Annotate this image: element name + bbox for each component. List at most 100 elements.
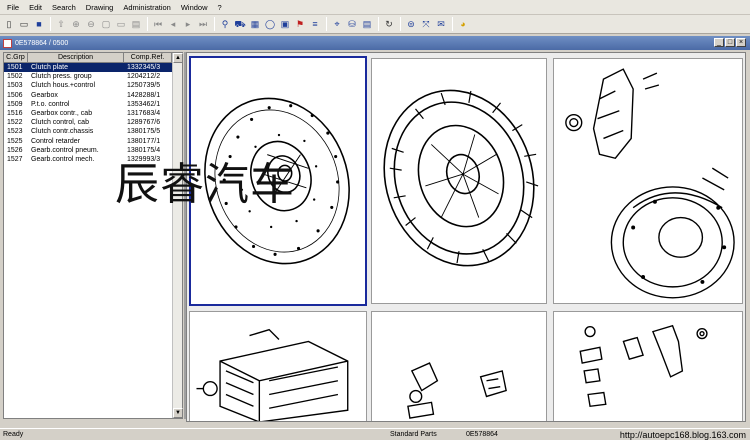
color-icon[interactable]: ◕ <box>456 17 470 31</box>
column-header-cgrp[interactable]: C.Grp <box>4 53 28 62</box>
table-row[interactable]: 1523 Clutch contr.chassis 1380175/5 <box>4 127 182 136</box>
zoom-in-icon[interactable]: ⊕ <box>69 17 83 31</box>
table-row[interactable]: 1526 Gearb.control pneum. 1380175/4 <box>4 146 182 155</box>
document-icon <box>3 38 12 48</box>
cell-description: Gearb.control pneum. <box>31 146 99 154</box>
cell-cgrp: 1527 <box>7 155 23 163</box>
fit-page-icon[interactable]: ▢ <box>99 17 113 31</box>
cell-cgrp: 1501 <box>7 64 23 71</box>
open-icon[interactable]: ▭ <box>17 17 31 31</box>
table-row[interactable]: 1527 Gearb.control mech. 1329993/3 <box>4 155 182 164</box>
mail-icon[interactable]: ✉ <box>434 17 448 31</box>
table-row[interactable]: 1501 Clutch plate 1332345/3 <box>4 63 182 73</box>
drawing-clutch-pressure-group[interactable] <box>371 58 547 304</box>
cell-description: Clutch contr.chassis <box>31 128 94 136</box>
image-icon[interactable]: ▣ <box>278 17 292 31</box>
cell-cgrp: 1526 <box>7 146 23 154</box>
print-icon[interactable]: ▤ <box>129 17 143 31</box>
minimize-button[interactable]: _ <box>714 38 724 47</box>
clutch-housing-drawing <box>565 68 735 299</box>
menu-file[interactable]: File <box>2 0 24 15</box>
component-group-table: C.Grp Description Comp.Ref. 1501 Clutch p… <box>3 52 183 419</box>
gearbox-control-drawing <box>579 324 708 408</box>
column-header-description[interactable]: Description <box>28 53 124 62</box>
cell-description: Clutch plate <box>31 64 68 71</box>
vertical-scrollbar[interactable]: ▲ ▼ <box>172 53 183 418</box>
menu-drawing[interactable]: Drawing <box>81 0 119 15</box>
menu-search[interactable]: Search <box>47 0 81 15</box>
next-page-icon[interactable]: ▸ <box>181 17 195 31</box>
cell-compref: 1289767/6 <box>127 119 161 127</box>
clutch-plate-drawing <box>204 97 350 265</box>
table-row[interactable]: 1509 P.t.o. control 1353462/1 <box>4 100 182 109</box>
toolbar-separator <box>378 17 379 31</box>
cell-description: Gearbox contr., cab <box>31 109 93 117</box>
watermark-url: http://autoepc168.blog.163.com <box>619 430 746 440</box>
grid-icon[interactable]: ▦ <box>248 17 262 31</box>
cell-compref: 1317683/4 <box>127 109 161 117</box>
toolbar-separator <box>214 17 215 31</box>
menu-help[interactable]: ? <box>213 0 227 15</box>
menu-administration[interactable]: Administration <box>118 0 176 15</box>
table-row[interactable]: 1516 Gearbox contr., cab 1317683/4 <box>4 109 182 118</box>
truck-icon[interactable]: ⛟ <box>233 17 247 31</box>
cell-compref: 1353462/1 <box>127 100 161 108</box>
cell-description: Clutch control, cab <box>31 119 89 127</box>
fit-width-icon[interactable]: ▭ <box>114 17 128 31</box>
restore-button[interactable]: □ <box>725 38 735 47</box>
pressure-plate-drawing <box>383 89 539 267</box>
list-icon[interactable]: ≡ <box>308 17 322 31</box>
up-icon[interactable]: ⇧ <box>54 17 68 31</box>
cell-cgrp: 1502 <box>7 73 23 81</box>
table-row[interactable]: 1522 Clutch control, cab 1289767/6 <box>4 118 182 127</box>
toolbar-separator <box>400 17 401 31</box>
cell-description: Gearbox <box>31 91 58 99</box>
column-header-compref[interactable]: Comp.Ref. <box>124 53 172 62</box>
menu-window[interactable]: Window <box>176 0 213 15</box>
first-page-icon[interactable]: ⏮ <box>151 17 165 31</box>
table-row[interactable]: 1502 Clutch press. group 1204212/2 <box>4 72 182 81</box>
drawing-clutch-plate[interactable] <box>189 56 367 306</box>
gearbox-drawing <box>196 328 349 421</box>
cell-compref: 1250739/5 <box>127 82 161 90</box>
binoculars-icon[interactable]: ⚲ <box>218 17 232 31</box>
close-button[interactable]: × <box>736 38 746 47</box>
cell-compref: 1428288/1 <box>127 91 161 99</box>
table-row[interactable]: 1525 Control retarder 1380177/1 <box>4 137 182 146</box>
new-icon[interactable]: ▯ <box>2 17 16 31</box>
document-icon[interactable]: ▤ <box>360 17 374 31</box>
refresh-icon[interactable]: ↻ <box>382 17 396 31</box>
pin-icon[interactable]: ⌖ <box>330 17 344 31</box>
cell-description: Clutch press. group <box>31 73 92 81</box>
cell-description: Clutch hous.+control <box>31 82 96 90</box>
drawing-clutch-housing[interactable] <box>553 58 743 304</box>
drawing-pto-control[interactable] <box>371 311 547 421</box>
scroll-up-icon[interactable]: ▲ <box>173 53 183 63</box>
cell-compref: 1204212/2 <box>127 73 161 81</box>
drawing-thumbnails <box>186 52 746 422</box>
pto-control-drawing <box>407 362 507 419</box>
document-title: 0E578864 / 0500 <box>15 39 69 47</box>
prev-page-icon[interactable]: ◂ <box>166 17 180 31</box>
save-icon[interactable]: ■ <box>32 17 46 31</box>
zoom-out-icon[interactable]: ⊖ <box>84 17 98 31</box>
scroll-down-icon[interactable]: ▼ <box>173 408 183 418</box>
cell-compref: 1380177/1 <box>127 137 161 145</box>
table-header: C.Grp Description Comp.Ref. <box>4 53 182 63</box>
window-controls: _ □ × <box>713 38 746 47</box>
document-titlebar: 0E578864 / 0500 _ □ × <box>0 36 750 50</box>
drawing-gearbox-control[interactable] <box>553 311 743 421</box>
circle-icon[interactable]: ◯ <box>263 17 277 31</box>
resize-icon[interactable]: ⤧ <box>419 17 433 31</box>
target-icon[interactable]: ⊜ <box>404 17 418 31</box>
cell-cgrp: 1509 <box>7 100 23 108</box>
table-body: 1501 Clutch plate 1332345/3 1502 Clutch pres… <box>4 63 182 164</box>
table-row[interactable]: 1503 Clutch hous.+control 1250739/5 <box>4 81 182 90</box>
menu-edit[interactable]: Edit <box>24 0 47 15</box>
cart-icon[interactable]: ⛁ <box>345 17 359 31</box>
last-page-icon[interactable]: ⏭ <box>196 17 210 31</box>
drawing-gearbox[interactable] <box>189 311 367 421</box>
flag-icon[interactable]: ⚑ <box>293 17 307 31</box>
table-row[interactable]: 1506 Gearbox 1428288/1 <box>4 91 182 100</box>
toolbar-separator <box>50 17 51 31</box>
